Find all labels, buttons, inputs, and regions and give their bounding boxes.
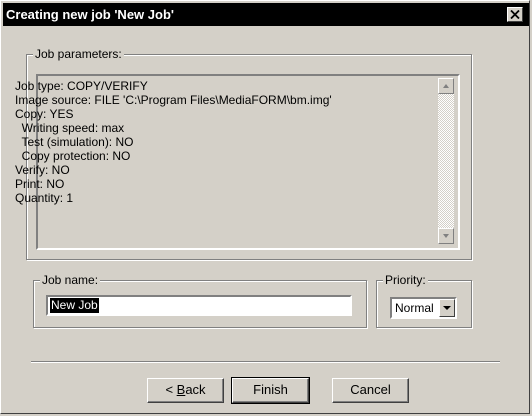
scroll-down-button[interactable] [438, 228, 454, 244]
param-line: Print: NO [15, 177, 65, 191]
job-parameters-label: Job parameters: [33, 47, 124, 61]
finish-button-label: Finish [253, 382, 288, 397]
cancel-button-label: Cancel [350, 382, 391, 397]
priority-dropdown-button[interactable] [439, 299, 455, 317]
priority-label: Priority: [383, 273, 428, 287]
separator-line [31, 361, 500, 363]
job-name-label: Job name: [40, 273, 101, 287]
param-line: Quantity: 1 [15, 191, 74, 205]
title-bar: Creating new job 'New Job' [3, 3, 529, 26]
priority-select[interactable]: Normal [390, 297, 457, 319]
chevron-down-icon [443, 306, 451, 310]
back-button[interactable]: < Back [147, 378, 224, 403]
priority-value: Normal [395, 301, 434, 315]
back-button-prefix: < [165, 382, 177, 397]
param-line: Copy protection: NO [15, 149, 131, 163]
job-parameters-text: Job type: COPY/VERIFY Image source: FILE… [15, 79, 415, 205]
arrow-down-icon [443, 234, 449, 238]
window-title: Creating new job 'New Job' [6, 7, 174, 22]
param-line: Copy: YES [15, 107, 74, 121]
vertical-scrollbar[interactable] [438, 78, 454, 244]
finish-button[interactable]: Finish [231, 377, 310, 404]
job-name-input[interactable]: New Job [46, 295, 352, 316]
arrow-up-icon [443, 84, 449, 88]
scroll-up-button[interactable] [438, 78, 454, 94]
param-line: Test (simulation): NO [15, 135, 134, 149]
param-line: Verify: NO [15, 163, 70, 177]
cancel-button[interactable]: Cancel [332, 378, 409, 403]
close-icon [510, 10, 520, 19]
close-button[interactable] [507, 7, 523, 22]
param-line: Writing speed: max [15, 121, 125, 135]
back-button-rest: ack [185, 382, 206, 397]
param-line: Job type: COPY/VERIFY [15, 79, 148, 93]
new-job-dialog: Creating new job 'New Job' Job parameter… [0, 0, 530, 414]
param-line: Image source: FILE 'C:\Program Files\Med… [15, 93, 332, 107]
job-name-value: New Job [50, 298, 99, 313]
